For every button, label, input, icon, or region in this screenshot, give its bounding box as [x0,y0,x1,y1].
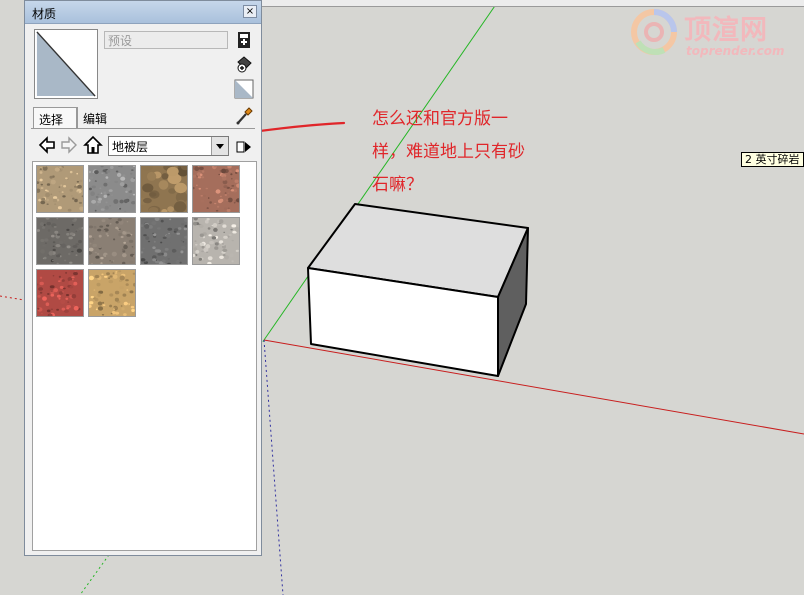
red-axis [263,339,804,435]
annotation-line: 怎么还和官方版一 [372,109,508,129]
toolbar-strip [262,0,804,7]
close-button[interactable]: × [243,5,257,18]
material-swatch-red-ground[interactable] [36,269,84,318]
swatch-texture [191,216,240,266]
watermark-subtitle: toprender.com [686,44,785,58]
tab-select[interactable]: 选择 [33,107,77,129]
close-icon: × [245,6,255,17]
swatch-texture [87,164,136,213]
library-selected-value: 地被层 [112,140,149,154]
material-swatch-grid [32,161,257,551]
blue-axis-dotted [263,339,284,595]
panel-titlebar[interactable]: 材质 × [25,1,261,24]
forward-arrow-icon[interactable] [59,134,79,156]
swatch-texture [138,161,191,214]
red-axis-dotted [0,295,25,301]
swatch-texture [86,217,137,265]
library-dropdown[interactable]: 地被层 [108,136,229,156]
material-name-field[interactable] [104,31,228,49]
material-preview [34,29,98,99]
default-material-icon[interactable] [234,79,254,99]
material-swatch-crushed-stone-dark[interactable] [36,217,85,265]
annotation-line: 石嘛？ [372,175,423,195]
swatch-texture [36,217,85,265]
watermark-title: 顶渲网 [684,15,768,46]
watermark-logo-icon [631,9,677,55]
annotation-line: 样，难道地上只有砂 [372,142,525,162]
swatch-texture [139,217,189,266]
panel-title: 材质 [32,7,57,21]
material-swatch-sand[interactable] [86,269,137,317]
swatch-texture [191,164,242,212]
material-tooltip: 2 英寸碎岩 [741,152,804,167]
material-swatch-gravel-red-brown[interactable] [191,164,242,213]
box-model[interactable] [307,203,529,377]
create-material-icon[interactable] [234,30,254,50]
back-arrow-icon[interactable] [37,134,57,156]
swatch-texture [36,269,84,318]
material-swatch-gravel-tan[interactable] [35,164,85,213]
swatch-texture [86,270,137,317]
swatch-texture [35,164,85,212]
chevron-down-icon[interactable] [211,137,228,155]
details-arrow-icon[interactable] [234,136,254,158]
home-icon[interactable] [83,134,103,156]
material-swatch-stone-light-gray[interactable] [191,216,240,266]
annotation-text: 怎么还和官方版一 样，难道地上只有砂 石嘛？ [372,103,552,202]
material-swatch-gravel-gray[interactable] [87,164,136,213]
paint-bucket-icon[interactable] [234,54,254,74]
materials-panel: 材质 × 选择 编辑 地被层 [24,0,262,556]
tab-divider [31,128,255,129]
eyedropper-icon[interactable] [234,106,254,126]
tab-edit[interactable]: 编辑 [77,107,121,128]
material-swatch-gravel-dark-gray[interactable] [139,217,189,266]
material-swatch-gravel-brown-gray[interactable] [86,217,137,265]
material-swatch-river-pebbles[interactable] [138,161,191,214]
